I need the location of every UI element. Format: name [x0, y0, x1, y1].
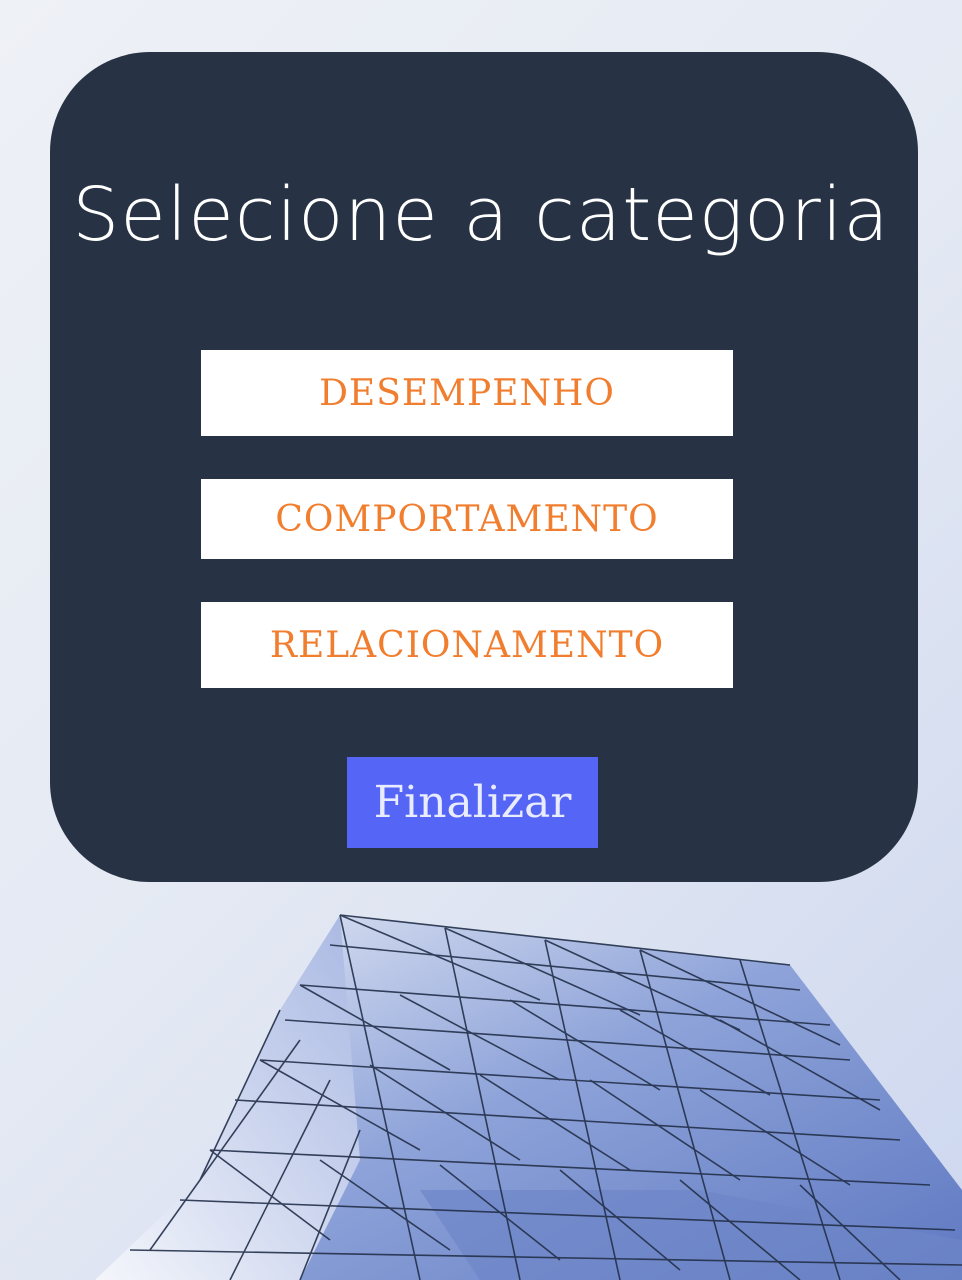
page-title: Selecione a categoria [72, 172, 890, 258]
category-button-comportamento[interactable]: COMPORTAMENTO [201, 479, 733, 559]
category-button-desempenho[interactable]: DESEMPENHO [201, 350, 733, 436]
finish-button[interactable]: Finalizar [347, 757, 598, 848]
category-button-relacionamento[interactable]: RELACIONAMENTO [201, 602, 733, 688]
